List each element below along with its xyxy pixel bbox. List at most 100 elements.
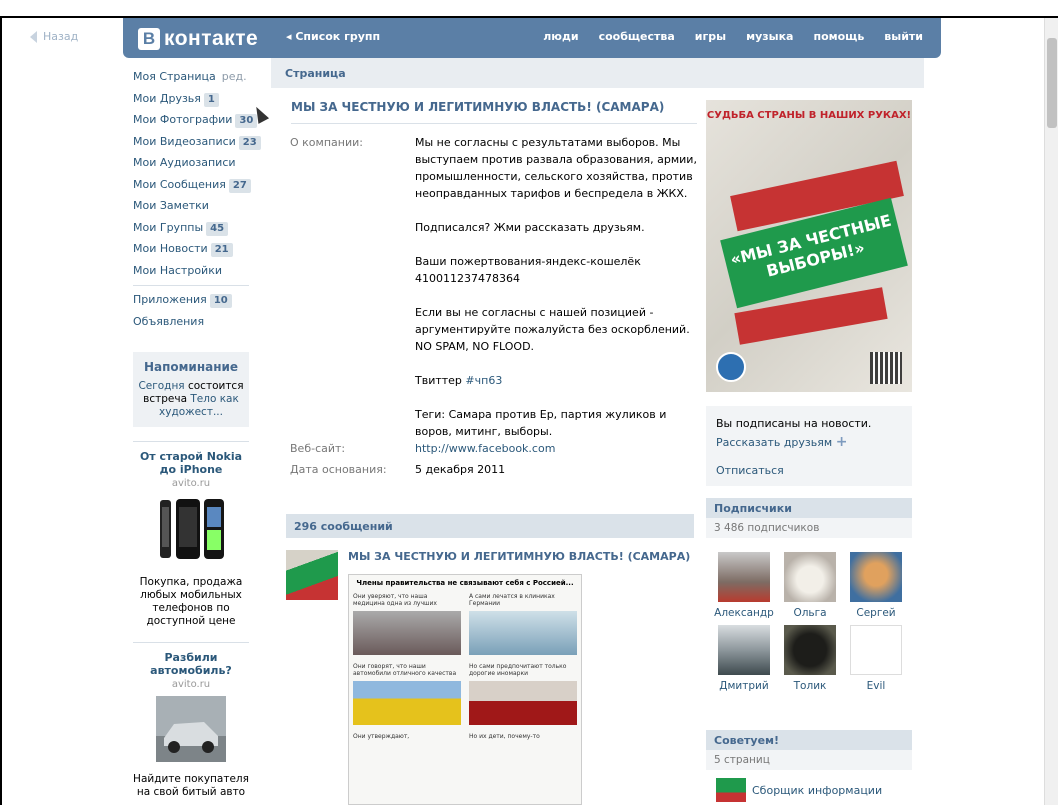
unsubscribe-link[interactable]: Отписаться bbox=[716, 464, 902, 477]
subscriber-card[interactable]: Толик bbox=[777, 625, 843, 692]
post-author-link[interactable]: МЫ ЗА ЧЕСТНУЮ И ЛЕГИТИМНУЮ ВЛАСТЬ! (САМА… bbox=[348, 550, 690, 563]
nav-help[interactable]: помощь bbox=[813, 30, 864, 43]
post-image-cell: Они утверждают, bbox=[353, 733, 461, 751]
group-avatar-poster[interactable]: СУДЬБА СТРАНЫ В НАШИХ РУКАХ! «МЫ ЗА ЧЕСТ… bbox=[706, 100, 912, 392]
ad-block-nokia[interactable]: От старой Nokia до iPhone avito.ru Покуп… bbox=[133, 441, 249, 628]
sidebar-item-groups[interactable]: Мои Группы 45 bbox=[133, 217, 249, 239]
avatar[interactable] bbox=[718, 625, 770, 675]
founded-label: Дата основания: bbox=[290, 463, 387, 476]
post-image-heading: Члены правительства не связывают себя с … bbox=[356, 579, 574, 587]
page-scrollbar[interactable] bbox=[1044, 18, 1058, 805]
avatar[interactable] bbox=[784, 552, 836, 602]
subscriber-name[interactable]: Толик bbox=[777, 680, 843, 692]
sidebar-item-photos[interactable]: Мои Фотографии 30 bbox=[133, 109, 258, 131]
website-link[interactable]: http://www.facebook.com bbox=[415, 442, 555, 455]
avatar[interactable] bbox=[850, 625, 902, 675]
sidebar-item-apps[interactable]: Приложения 10 bbox=[133, 289, 249, 311]
recommend-header[interactable]: Советуем! bbox=[706, 730, 912, 750]
post-image-grid: Они уверяют, что наша медицина одна из л… bbox=[353, 593, 577, 751]
subscriber-name[interactable]: Александр bbox=[711, 607, 777, 619]
recommend-item[interactable]: Сборщик информации bbox=[716, 778, 882, 802]
poster-logo-icon bbox=[716, 352, 746, 382]
wall-header[interactable]: 296 сообщений bbox=[286, 514, 694, 538]
nav-communities[interactable]: сообщества bbox=[599, 30, 675, 43]
subscriber-card[interactable]: Дмитрий bbox=[711, 625, 777, 692]
recommend-avatar[interactable] bbox=[716, 778, 746, 802]
sidebar-item-videos[interactable]: Мои Видеозаписи 23 bbox=[133, 131, 261, 153]
avatar[interactable] bbox=[784, 625, 836, 675]
ad-site: avito.ru bbox=[171, 679, 211, 690]
about-text: Мы не согласны с результатами выборов. М… bbox=[415, 134, 700, 440]
sidebar-item-label: Мои Аудиозаписи bbox=[133, 156, 236, 169]
sidebar-item-label: Мои Заметки bbox=[133, 199, 209, 212]
sidebar-item-audio[interactable]: Мои Аудиозаписи bbox=[133, 152, 249, 174]
nav-logout[interactable]: выйти bbox=[884, 30, 923, 43]
sidebar-item-news[interactable]: Мои Новости 21 bbox=[133, 238, 249, 260]
group-info: О компании: Мы не согласны с результатам… bbox=[290, 134, 700, 478]
reminder-today-link[interactable]: Сегодня bbox=[138, 380, 184, 392]
vk-logo-icon: В bbox=[138, 28, 160, 50]
subscriber-name[interactable]: Evil bbox=[843, 680, 909, 692]
sidebar-item-messages[interactable]: Мои Сообщения 27 bbox=[133, 174, 251, 196]
subscriber-name[interactable]: Сергей bbox=[843, 607, 909, 619]
recommend-count[interactable]: 5 страниц bbox=[706, 750, 912, 770]
post-image-caption: Они утверждают, bbox=[353, 733, 410, 740]
reminder-title: Напоминание bbox=[143, 360, 239, 374]
count-badge: 10 bbox=[209, 294, 232, 308]
edit-link[interactable]: ред. bbox=[222, 70, 247, 83]
post-image-cell: А сами лечатся в клиниках Германии bbox=[469, 593, 577, 655]
vk-logo-text: контакте bbox=[164, 27, 259, 50]
about-label: О компании: bbox=[290, 136, 363, 149]
subscriber-card[interactable]: Evil bbox=[843, 625, 909, 692]
subscriber-card[interactable]: Ольга bbox=[777, 552, 843, 619]
ad-title[interactable]: От старой Nokia до iPhone bbox=[133, 450, 249, 476]
post-image-caption: Но сами предпочитают только дорогие ином… bbox=[469, 663, 567, 677]
post-image-cell: Они говорят, что наши автомобили отлично… bbox=[353, 663, 461, 725]
sidebar-item-label: Мои Новости bbox=[133, 242, 208, 255]
sidebar-item-friends[interactable]: Мои Друзья 1 bbox=[133, 88, 249, 110]
plus-icon: + bbox=[835, 434, 848, 450]
sidebar-item-ads[interactable]: Объявления bbox=[133, 311, 249, 333]
post-image-cell: Они уверяют, что наша медицина одна из л… bbox=[353, 593, 461, 655]
qr-code-icon bbox=[870, 352, 902, 384]
phones-image[interactable] bbox=[156, 495, 226, 565]
left-sidebar: Моя Страница ред. Мои Друзья 1 Мои Фотогра… bbox=[133, 66, 261, 799]
subscriber-card[interactable]: Сергей bbox=[843, 552, 909, 619]
ad-title[interactable]: Разбили автомобиль? bbox=[133, 651, 249, 677]
subscriber-card[interactable]: Александр bbox=[711, 552, 777, 619]
recommend-link[interactable]: Сборщик информации bbox=[752, 784, 882, 797]
subscriber-name[interactable]: Ольга bbox=[777, 607, 843, 619]
twitter-line: Твиттер #чп63 bbox=[415, 372, 700, 389]
nav-people[interactable]: люди bbox=[543, 30, 578, 43]
sidebar-item-notes[interactable]: Мои Заметки bbox=[133, 195, 249, 217]
top-header: В контакте ◂ Список групп люди сообществ… bbox=[123, 18, 941, 58]
sidebar-item-my-page[interactable]: Моя Страница ред. bbox=[133, 66, 249, 88]
post-avatar[interactable] bbox=[286, 550, 338, 600]
nav-music[interactable]: музыка bbox=[746, 30, 793, 43]
page-title: МЫ ЗА ЧЕСТНУЮ И ЛЕГИТИМНУЮ ВЛАСТЬ! (САМА… bbox=[291, 100, 697, 124]
about-paragraph: Ваши пожертвования-яндекс-кошелёк 410011… bbox=[415, 255, 641, 285]
avatar[interactable] bbox=[850, 552, 902, 602]
count-badge: 45 bbox=[206, 221, 229, 236]
website-label: Веб-сайт: bbox=[290, 442, 346, 455]
scrollbar-thumb[interactable] bbox=[1047, 38, 1057, 128]
subscriber-name[interactable]: Дмитрий bbox=[711, 680, 777, 692]
back-button[interactable]: Назад bbox=[30, 30, 78, 43]
tell-friends-link[interactable]: Рассказать друзьям + bbox=[716, 434, 902, 450]
subscribers-header[interactable]: Подписчики bbox=[706, 498, 912, 518]
group-list-link[interactable]: ◂ Список групп bbox=[286, 30, 380, 43]
nav-games[interactable]: игры bbox=[695, 30, 726, 43]
avatar[interactable] bbox=[718, 552, 770, 602]
twitter-tag-link[interactable]: #чп63 bbox=[465, 374, 502, 387]
vk-logo[interactable]: В контакте bbox=[138, 27, 258, 51]
ad-block-car[interactable]: Разбили автомобиль? avito.ru Найдите пок… bbox=[133, 642, 249, 799]
about-row: О компании: Мы не согласны с результатам… bbox=[290, 134, 700, 440]
post-image[interactable]: Члены правительства не связывают себя с … bbox=[348, 574, 582, 805]
sidebar-item-label: Объявления bbox=[133, 314, 205, 328]
car-image[interactable] bbox=[156, 696, 226, 762]
subscribers-count[interactable]: 3 486 подписчиков bbox=[706, 518, 912, 538]
divider bbox=[133, 285, 249, 286]
subscribers-grid: Александр Ольга Сергей Дмитрий Толик Evi… bbox=[711, 552, 911, 692]
reminder-text: Сегодня состоится встреча Тело как худож… bbox=[137, 380, 245, 419]
sidebar-item-settings[interactable]: Мои Настройки bbox=[133, 260, 249, 282]
